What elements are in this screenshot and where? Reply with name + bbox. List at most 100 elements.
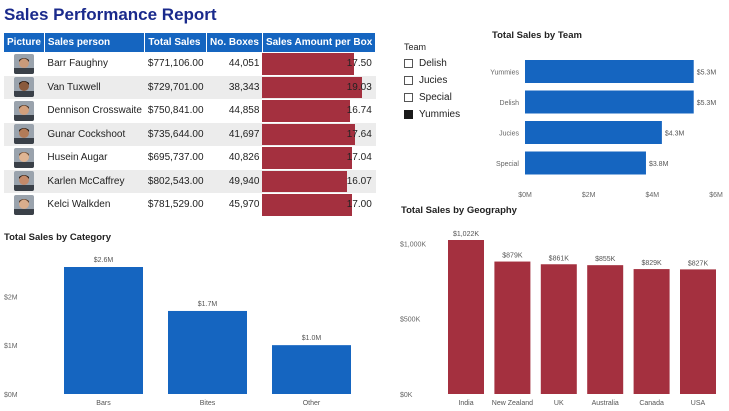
- sales-per-box-value: 17.00: [346, 199, 372, 211]
- checkbox-icon[interactable]: [404, 110, 413, 119]
- table-row[interactable]: Husein Augar $695,737.00 40,826 17.04: [4, 146, 376, 170]
- table-row[interactable]: Kelci Walkden $781,529.00 45,970 17.00: [4, 193, 376, 217]
- team-category-label: Jucies: [499, 131, 519, 138]
- team-bar[interactable]: [525, 90, 694, 114]
- sales-per-box-value: 16.74: [346, 105, 372, 117]
- legend-item-label: Special: [419, 92, 452, 103]
- geography-y-tick: $1,000K: [400, 241, 426, 248]
- category-chart-title: Total Sales by Category: [4, 232, 111, 243]
- sales-per-box-value: 17.04: [346, 152, 372, 164]
- total-sales-value: $729,701.00: [144, 75, 207, 99]
- sales-person-name: Gunar Cockshoot: [44, 122, 145, 146]
- team-data-label: $5.3M: [697, 100, 717, 107]
- team-x-tick: $2M: [582, 192, 596, 199]
- legend-item-special[interactable]: Special: [404, 89, 460, 106]
- geography-x-label: USA: [691, 400, 706, 407]
- category-bar[interactable]: [64, 267, 143, 394]
- boxes-value: 45,970: [228, 199, 260, 211]
- table-row[interactable]: Dennison Crosswaite $750,841.00 44,858 16.7…: [4, 99, 376, 123]
- geography-bar[interactable]: [680, 269, 716, 394]
- table-row[interactable]: Karlen McCaffrey $802,543.00 49,940 16.07: [4, 169, 376, 193]
- boxes-value: 40,826: [228, 152, 260, 164]
- team-bar[interactable]: [525, 60, 694, 83]
- category-bar[interactable]: [168, 310, 247, 394]
- team-bar-chart: Yummies $5.3M Delish $5.3M Jucies $4.3M Specia…: [490, 60, 723, 199]
- column-header-no-boxes[interactable]: No. Boxes: [206, 33, 263, 52]
- salesperson-table: Picture Sales person Total Sales No. Box…: [4, 33, 377, 217]
- team-bar[interactable]: [525, 121, 662, 144]
- category-bar-chart: $0M $1M $2M $2.6M Bars $1.7M Bites $1.0M Other: [4, 257, 351, 407]
- geography-x-label: UK: [554, 400, 564, 407]
- avatar-cell: [4, 122, 45, 146]
- total-sales-value: $750,841.00: [147, 105, 204, 117]
- total-sales-value: $695,737.00: [147, 152, 204, 164]
- table-row[interactable]: Barr Faughny $771,106.00 44,051 17.50: [4, 52, 376, 76]
- sales-per-box-cell: 17.00: [262, 193, 375, 217]
- boxes-value: 44,051: [228, 58, 260, 70]
- table-header-row: Picture Sales person Total Sales No. Box…: [4, 33, 377, 52]
- team-bar[interactable]: [525, 151, 646, 175]
- team-data-label: $3.8M: [649, 161, 669, 168]
- avatar: [14, 171, 35, 192]
- geography-y-tick: $0K: [400, 392, 413, 399]
- sales-per-box-value: 19.03: [346, 81, 372, 93]
- geography-bar[interactable]: [587, 265, 624, 394]
- avatar-cell: [4, 169, 45, 193]
- boxes-value: 49,940: [206, 169, 263, 193]
- category-y-tick: $1M: [4, 343, 18, 350]
- legend-item-delish[interactable]: Delish: [404, 55, 460, 72]
- geography-data-label: $1,022K: [453, 231, 479, 238]
- legend-item-label: Delish: [419, 58, 447, 69]
- geography-bar[interactable]: [633, 269, 670, 394]
- column-header-total-sales[interactable]: Total Sales: [144, 33, 208, 52]
- sales-person-name: Barr Faughny: [47, 58, 108, 70]
- category-bar[interactable]: [272, 345, 351, 394]
- avatar: [14, 147, 35, 168]
- geography-bar[interactable]: [448, 240, 484, 394]
- column-header-picture[interactable]: Picture: [4, 33, 45, 52]
- sales-per-box-cell: 17.64: [262, 122, 376, 146]
- sales-per-box-cell: 17.04: [262, 146, 375, 170]
- checkbox-icon[interactable]: [404, 76, 413, 85]
- avatar-cell: [4, 52, 44, 76]
- team-chart-title: Total Sales by Team: [492, 30, 582, 41]
- sales-per-box-cell: 19.03: [262, 75, 376, 99]
- sales-person-name: Kelci Walkden: [47, 199, 111, 211]
- geography-x-label: Australia: [592, 400, 619, 407]
- avatar: [14, 194, 35, 215]
- avatar: [14, 77, 35, 98]
- total-sales-value: $735,644.00: [144, 122, 207, 146]
- geography-x-label: Canada: [639, 400, 664, 407]
- avatar-cell: [4, 99, 44, 123]
- legend-item-jucies[interactable]: Jucies: [404, 72, 460, 89]
- avatar-cell: [4, 146, 44, 170]
- team-legend: Team Delish Jucies Special Yummies: [404, 42, 460, 123]
- geography-bar[interactable]: [540, 264, 577, 394]
- total-sales-value: $771,106.00: [147, 58, 204, 70]
- sales-person-name: Karlen McCaffrey: [44, 169, 145, 193]
- sales-per-box-value: 16.07: [346, 175, 372, 187]
- column-header-sales-per-box[interactable]: Sales Amount per Box: [262, 33, 377, 52]
- table-row[interactable]: Gunar Cockshoot $735,644.00 41,697 17.64: [4, 122, 376, 146]
- column-header-sales-person[interactable]: Sales person: [44, 33, 146, 52]
- checkbox-icon[interactable]: [404, 93, 413, 102]
- geography-data-label: $879K: [502, 253, 523, 260]
- sales-person-name: Van Tuxwell: [44, 75, 145, 99]
- checkbox-icon[interactable]: [404, 59, 413, 68]
- geography-data-label: $861K: [549, 255, 570, 262]
- avatar: [14, 53, 35, 74]
- boxes-value: 44,858: [228, 105, 260, 117]
- sales-person-name: Husein Augar: [47, 152, 108, 164]
- geography-bar[interactable]: [494, 261, 531, 394]
- table-row[interactable]: Van Tuxwell $729,701.00 38,343 19.03: [4, 75, 376, 99]
- category-x-label: Bites: [200, 400, 216, 407]
- avatar: [14, 100, 35, 121]
- geography-data-label: $827K: [688, 260, 709, 267]
- category-y-tick: $0M: [4, 392, 18, 399]
- avatar-cell: [4, 193, 44, 217]
- legend-item-yummies[interactable]: Yummies: [404, 106, 460, 123]
- category-x-label: Other: [303, 400, 321, 407]
- team-x-tick: $4M: [646, 192, 660, 199]
- geography-data-label: $829K: [641, 260, 662, 267]
- sales-per-box-value: 17.64: [346, 128, 372, 140]
